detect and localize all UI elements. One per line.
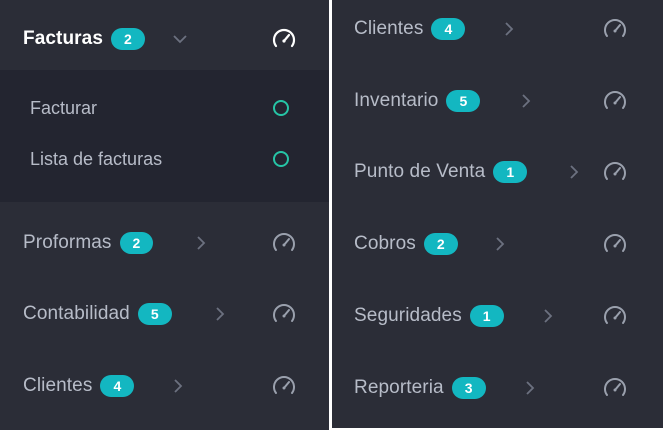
chevron-right-icon[interactable]	[494, 236, 506, 252]
speedometer-icon	[271, 373, 297, 399]
chevron-down-icon[interactable]	[172, 33, 188, 45]
count-badge: 2	[111, 28, 145, 50]
menu-item-label: Contabilidad	[23, 303, 130, 324]
count-badge: 4	[431, 18, 466, 40]
submenu-item-label: Lista de facturas	[30, 148, 163, 169]
menu-item-clientes[interactable]: Clientes 4	[0, 364, 329, 408]
menu-item-label: Reporteria	[354, 377, 444, 398]
speedometer-icon	[602, 88, 628, 114]
count-badge: 4	[100, 375, 135, 397]
menu-item-clientes[interactable]: Clientes 4	[332, 7, 663, 51]
menu-item-label: Clientes	[354, 18, 424, 39]
chevron-right-icon[interactable]	[524, 380, 536, 396]
menu-item-cobros[interactable]: Cobros 2	[332, 222, 663, 266]
submenu-item-facturar[interactable]: Facturar	[0, 90, 329, 126]
menu-item-label: Punto de Venta	[354, 161, 486, 182]
menu-item-label: Cobros	[354, 233, 416, 254]
sidebar-left: Facturas 2 Facturar Lista de facturas Pr…	[0, 0, 329, 430]
speedometer-icon	[271, 230, 297, 256]
menu-item-proformas[interactable]: Proformas 2	[0, 221, 329, 265]
chevron-right-icon[interactable]	[503, 21, 515, 37]
submenu-item-lista-de-facturas[interactable]: Lista de facturas	[0, 141, 329, 177]
speedometer-icon	[602, 375, 628, 401]
count-badge: 1	[469, 305, 504, 327]
submenu-item-label: Facturar	[30, 97, 98, 118]
menu-item-label: Clientes	[23, 375, 93, 396]
menu-item-label: Facturas	[23, 28, 104, 49]
count-badge: 5	[137, 303, 172, 325]
chevron-right-icon[interactable]	[520, 93, 532, 109]
speedometer-icon	[271, 26, 297, 52]
circle-outline-icon	[273, 100, 289, 116]
chevron-right-icon[interactable]	[542, 308, 554, 324]
count-badge: 3	[451, 377, 486, 399]
count-badge: 2	[423, 233, 458, 255]
chevron-right-icon[interactable]	[214, 306, 226, 322]
chevron-right-icon[interactable]	[172, 378, 184, 394]
menu-item-punto-de-venta[interactable]: Punto de Venta 1	[332, 150, 663, 194]
speedometer-icon	[271, 301, 297, 327]
menu-item-reporteria[interactable]: Reporteria 3	[332, 366, 663, 410]
menu-item-label: Seguridades	[354, 305, 462, 326]
menu-item-contabilidad[interactable]: Contabilidad 5	[0, 292, 329, 336]
chevron-right-icon[interactable]	[195, 235, 207, 251]
menu-item-inventario[interactable]: Inventario 5	[332, 79, 663, 123]
count-badge: 1	[493, 161, 528, 183]
menu-item-label: Proformas	[23, 232, 112, 253]
speedometer-icon	[602, 159, 628, 185]
chevron-right-icon[interactable]	[568, 164, 580, 180]
count-badge: 2	[119, 232, 154, 254]
count-badge: 5	[446, 90, 481, 112]
menu-item-seguridades[interactable]: Seguridades 1	[332, 294, 663, 338]
speedometer-icon	[602, 231, 628, 257]
submenu-facturas: Facturar Lista de facturas	[0, 70, 329, 202]
speedometer-icon	[602, 303, 628, 329]
menu-item-facturas[interactable]: Facturas 2	[0, 17, 329, 61]
menu-item-label: Inventario	[354, 90, 439, 111]
speedometer-icon	[602, 16, 628, 42]
circle-outline-icon	[273, 151, 289, 167]
sidebar-right: Clientes 4 Inventario 5 Punto de Venta 1…	[332, 0, 663, 428]
